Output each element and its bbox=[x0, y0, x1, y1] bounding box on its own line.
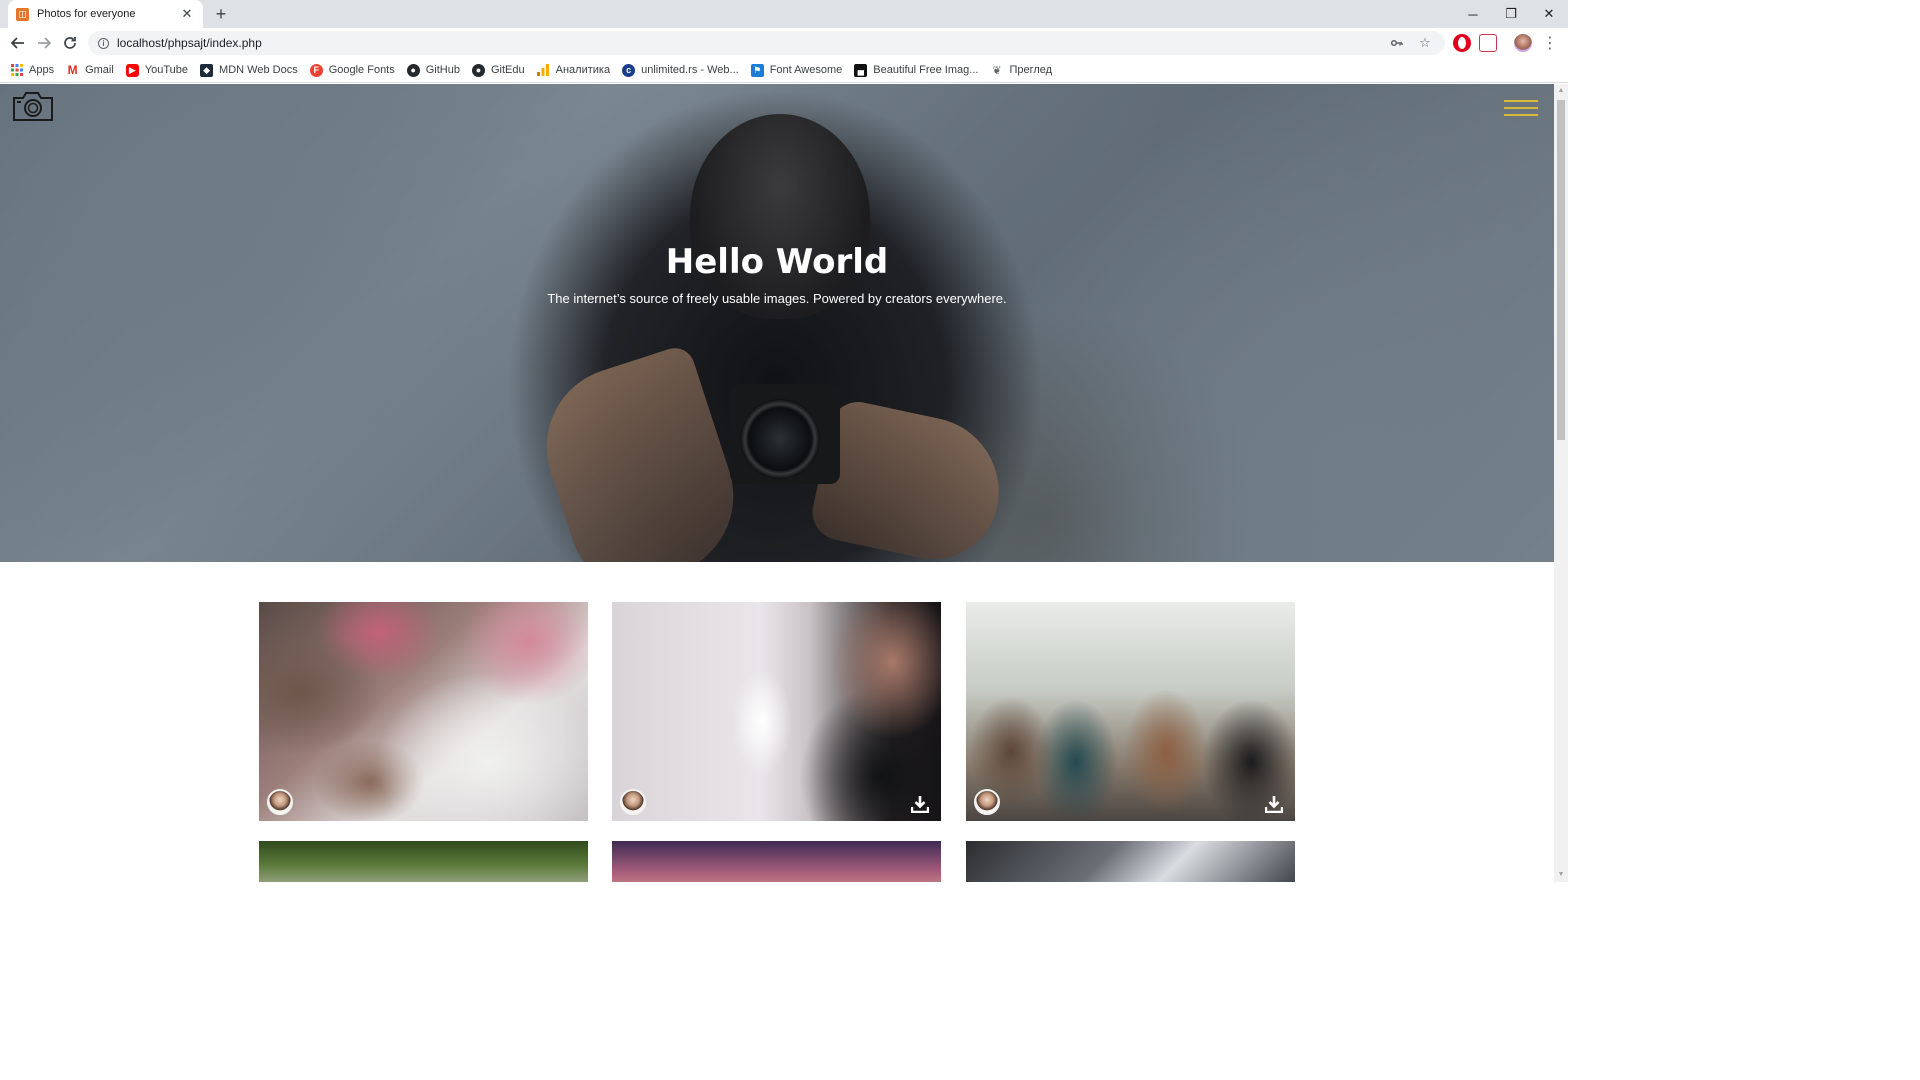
tab-title: Photos for everyone bbox=[37, 8, 136, 20]
apps-grid-icon bbox=[10, 64, 23, 77]
opera-extension-icon[interactable] bbox=[1453, 34, 1471, 52]
profile-avatar-icon[interactable] bbox=[1514, 34, 1532, 52]
scroll-thumb[interactable] bbox=[1557, 100, 1565, 440]
hero-section: Hello World The internet’s source of fre… bbox=[0, 84, 1554, 562]
reload-icon[interactable] bbox=[59, 32, 81, 54]
url-text: localhost/phpsajt/index.php bbox=[117, 36, 262, 50]
tab-strip: ◫ Photos for everyone ✕ + ─ ❐ ✕ bbox=[0, 0, 1568, 28]
download-icon[interactable] bbox=[911, 795, 929, 813]
analytics-icon bbox=[537, 64, 550, 77]
photo-card[interactable] bbox=[612, 602, 941, 821]
bookmark-font-awesome[interactable]: ⚑ Font Awesome bbox=[750, 63, 842, 77]
phpsajt-favicon-icon: ◫ bbox=[16, 7, 29, 21]
new-tab-button[interactable]: + bbox=[211, 4, 231, 24]
address-bar[interactable]: i localhost/phpsajt/index.php ☆ bbox=[88, 31, 1445, 55]
bookmark-github[interactable]: ● GitHub bbox=[406, 63, 460, 77]
bookmark-star-icon[interactable]: ☆ bbox=[1415, 35, 1435, 51]
hero-title: Hello World bbox=[665, 242, 889, 282]
pocket-extension-icon[interactable] bbox=[1479, 34, 1497, 52]
hamburger-menu-icon[interactable] bbox=[1504, 100, 1538, 118]
author-avatar[interactable] bbox=[620, 789, 646, 815]
browser-tab[interactable]: ◫ Photos for everyone ✕ bbox=[8, 0, 203, 28]
bookmarks-bar: Apps M Gmail ▶ YouTube ◆ MDN Web Docs F … bbox=[0, 58, 1568, 83]
bookmark-gmail[interactable]: M Gmail bbox=[66, 63, 114, 77]
download-icon[interactable] bbox=[1265, 795, 1283, 813]
bookmark-youtube[interactable]: ▶ YouTube bbox=[125, 63, 188, 77]
hero-subtitle: The internet’s source of freely usable i… bbox=[547, 291, 1007, 306]
unlimited-icon: c bbox=[622, 63, 636, 77]
bookmark-unsplash[interactable]: ▄ Beautiful Free Imag... bbox=[854, 63, 978, 77]
photo-card[interactable] bbox=[612, 841, 941, 882]
tab-close-icon[interactable]: ✕ bbox=[179, 6, 195, 22]
photo-card[interactable] bbox=[966, 841, 1295, 882]
key-icon[interactable] bbox=[1387, 36, 1407, 51]
github-icon: ● bbox=[472, 63, 485, 77]
photo-card[interactable] bbox=[966, 602, 1295, 821]
close-window-button[interactable]: ✕ bbox=[1530, 0, 1568, 28]
site-info-icon[interactable]: i bbox=[98, 37, 109, 49]
bookmark-unlimited[interactable]: c unlimited.rs - Web... bbox=[622, 63, 739, 77]
unsplash-icon: ▄ bbox=[854, 63, 868, 77]
github-icon: ● bbox=[406, 63, 420, 77]
bookmark-gitedu[interactable]: ● GitEdu bbox=[472, 63, 525, 77]
bookmark-analytics[interactable]: Аналитика bbox=[537, 64, 610, 77]
forward-arrow-icon[interactable] bbox=[33, 32, 55, 54]
page-scrollbar[interactable]: ▲ ▼ bbox=[1554, 84, 1568, 882]
preview-icon: ❦ bbox=[992, 64, 1002, 77]
youtube-icon: ▶ bbox=[125, 63, 139, 77]
bookmark-apps[interactable]: Apps bbox=[10, 64, 54, 77]
google-fonts-icon: F bbox=[309, 63, 323, 77]
photo-card[interactable] bbox=[259, 602, 588, 821]
bookmark-mdn[interactable]: ◆ MDN Web Docs bbox=[200, 63, 298, 77]
camera-logo-icon[interactable] bbox=[12, 90, 54, 122]
photo-card[interactable] bbox=[259, 841, 588, 882]
mdn-icon: ◆ bbox=[200, 63, 214, 77]
browser-toolbar: i localhost/phpsajt/index.php ☆ ⋮ bbox=[0, 28, 1568, 58]
minimize-button[interactable]: ─ bbox=[1454, 0, 1492, 28]
back-arrow-icon[interactable] bbox=[7, 32, 29, 54]
font-awesome-icon: ⚑ bbox=[750, 63, 764, 77]
browser-menu-icon[interactable]: ⋮ bbox=[1539, 32, 1561, 54]
bookmark-preview[interactable]: ❦ Преглед bbox=[990, 64, 1052, 77]
hero-camera-lens-shape bbox=[740, 399, 820, 479]
bookmark-google-fonts[interactable]: F Google Fonts bbox=[309, 63, 395, 77]
page-viewport: Hello World The internet’s source of fre… bbox=[0, 84, 1554, 882]
scroll-up-arrow-icon[interactable]: ▲ bbox=[1554, 84, 1568, 98]
gmail-icon: M bbox=[67, 63, 78, 77]
scroll-down-arrow-icon[interactable]: ▼ bbox=[1554, 868, 1568, 882]
author-avatar[interactable] bbox=[974, 789, 1000, 815]
author-avatar[interactable] bbox=[267, 789, 293, 815]
hero-arm-left-shape bbox=[525, 342, 755, 562]
hero-photographer-shape bbox=[690, 114, 870, 319]
restore-button[interactable]: ❐ bbox=[1492, 0, 1530, 28]
